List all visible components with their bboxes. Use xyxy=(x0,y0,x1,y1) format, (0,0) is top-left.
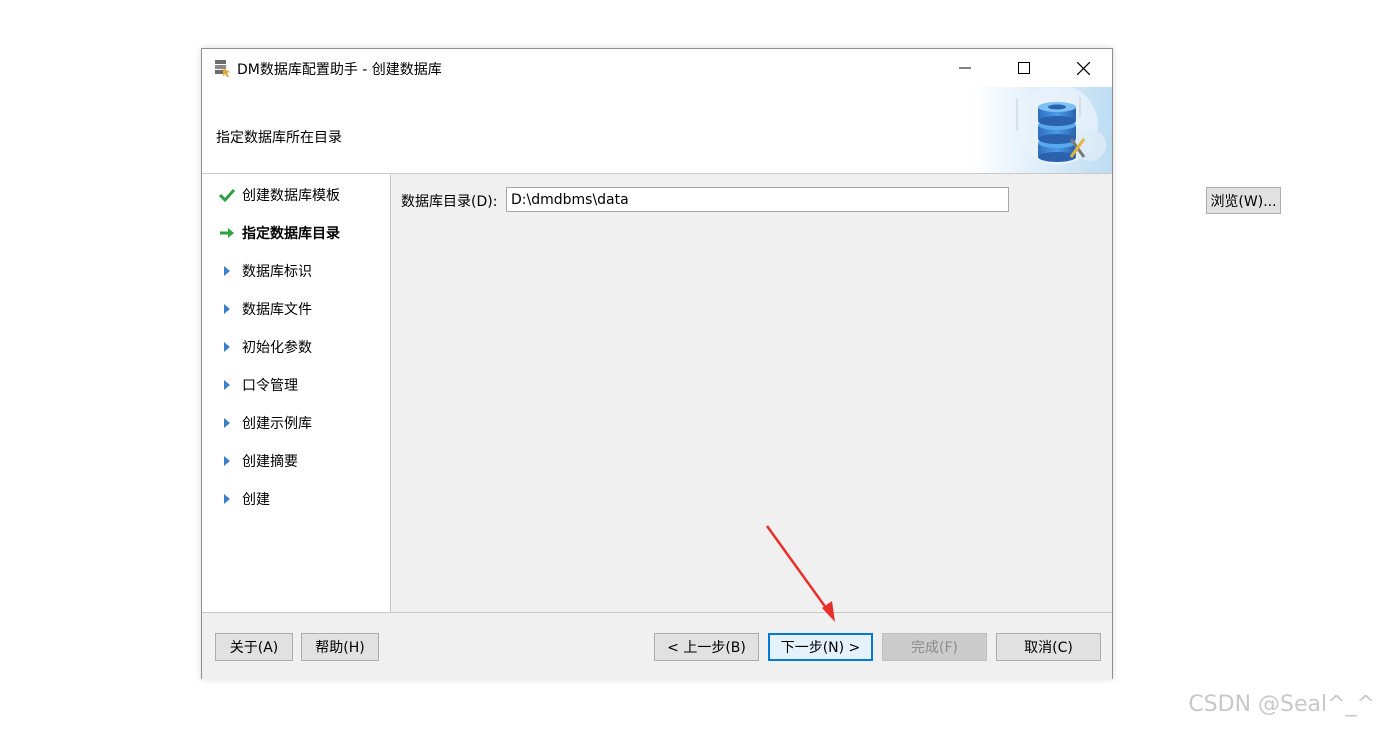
dir-label: 数据库目录(D): xyxy=(401,194,498,210)
triangle-right-icon xyxy=(218,263,236,279)
database-dir-input[interactable] xyxy=(506,187,1009,212)
triangle-right-icon xyxy=(218,453,236,469)
page-title: 指定数据库所在目录 xyxy=(216,130,342,146)
step-label: 创建 xyxy=(242,492,270,508)
cancel-button[interactable]: 取消(C) xyxy=(996,633,1101,661)
triangle-right-icon xyxy=(218,377,236,393)
browse-button[interactable]: 浏览(W)... xyxy=(1206,187,1281,214)
watermark: CSDN @Seal^_^ xyxy=(1188,692,1375,717)
maximize-icon xyxy=(1018,62,1030,74)
minimize-button[interactable] xyxy=(936,49,994,87)
dialog-window: DM数据库配置助手 - 创建数据库 指定数据库所在目录 创建数据库模板 指定数据… xyxy=(201,48,1281,679)
help-button[interactable]: 帮助(H) xyxy=(301,633,379,661)
prev-button[interactable]: < 上一步(B) xyxy=(654,633,759,661)
triangle-right-icon xyxy=(218,491,236,507)
minimize-icon xyxy=(959,67,971,69)
database-graphic-icon xyxy=(972,87,1112,173)
step-label: 口令管理 xyxy=(242,378,298,394)
step-item: 指定数据库目录 xyxy=(218,222,340,244)
step-item: 创建示例库 xyxy=(218,412,312,434)
triangle-right-icon xyxy=(218,339,236,355)
step-label: 数据库标识 xyxy=(242,264,312,280)
content-panel: 数据库目录(D): 浏览(W)... xyxy=(391,174,1281,612)
step-label: 指定数据库目录 xyxy=(242,226,340,242)
step-label: 创建摘要 xyxy=(242,454,298,470)
check-icon xyxy=(218,187,236,203)
step-item: 数据库标识 xyxy=(218,260,312,282)
about-button[interactable]: 关于(A) xyxy=(215,633,293,661)
step-item: 数据库文件 xyxy=(218,298,312,320)
footer-bar: 关于(A) 帮助(H) < 上一步(B) 下一步(N) > 完成(F) 取消(C… xyxy=(202,612,1112,679)
step-label: 创建数据库模板 xyxy=(242,188,340,204)
maximize-button[interactable] xyxy=(995,49,1053,87)
close-button[interactable] xyxy=(1054,49,1112,87)
wizard-steps-sidebar: 创建数据库模板 指定数据库目录 数据库标识数据库文件初始化参数口令管理创建示例库创建… xyxy=(202,174,391,612)
title-bar[interactable]: DM数据库配置助手 - 创建数据库 xyxy=(202,49,1112,87)
step-item: 口令管理 xyxy=(218,374,298,396)
window-title: DM数据库配置助手 - 创建数据库 xyxy=(237,62,442,78)
finish-button[interactable]: 完成(F) xyxy=(882,633,987,661)
step-item: 创建摘要 xyxy=(218,450,298,472)
step-item: 创建 xyxy=(218,488,270,510)
step-item: 初始化参数 xyxy=(218,336,312,358)
triangle-right-icon xyxy=(218,415,236,431)
wizard-header: 指定数据库所在目录 xyxy=(202,87,1112,174)
step-label: 创建示例库 xyxy=(242,416,312,432)
step-item: 创建数据库模板 xyxy=(218,184,340,206)
step-label: 初始化参数 xyxy=(242,340,312,356)
triangle-right-icon xyxy=(218,301,236,317)
step-label: 数据库文件 xyxy=(242,302,312,318)
app-icon xyxy=(215,60,230,77)
arrow-right-icon xyxy=(218,225,236,241)
next-button[interactable]: 下一步(N) > xyxy=(768,633,873,661)
close-icon xyxy=(1076,61,1090,75)
